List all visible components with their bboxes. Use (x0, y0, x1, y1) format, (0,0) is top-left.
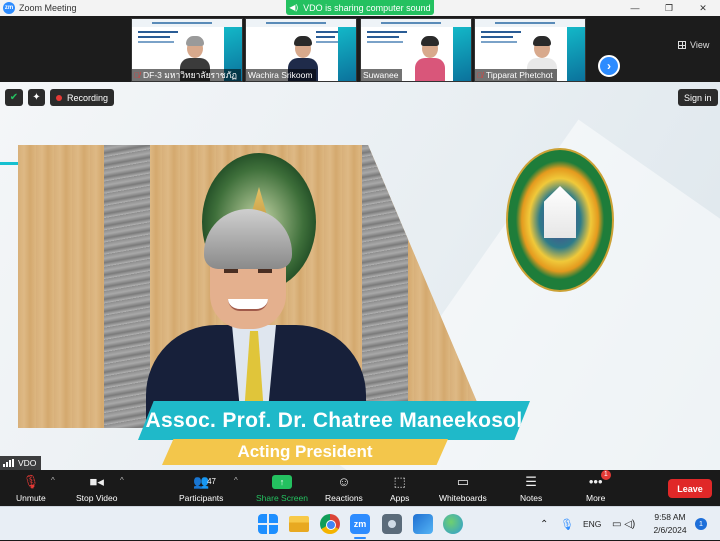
video-options-caret[interactable]: ^ (120, 476, 124, 485)
participant-thumbnail[interactable]: Wachira Srikoom (245, 18, 357, 82)
participant-name: 🎙̸ Tipparat Phetchot (475, 69, 557, 81)
record-dot-icon (56, 94, 62, 101)
participant-thumbnail[interactable]: Suwanee (360, 18, 472, 82)
signal-bars-icon (3, 459, 15, 467)
mic-muted-icon: 🎙̸ (477, 70, 483, 80)
camera-app-icon[interactable] (382, 514, 402, 534)
next-page-button[interactable]: › (598, 55, 620, 77)
active-app-indicator (354, 537, 366, 539)
share-screen-icon: ↑ (271, 475, 292, 489)
leave-button[interactable]: Leave (668, 479, 712, 498)
more-icon: ••• 1 (589, 470, 611, 491)
audio-options-caret[interactable]: ^ (51, 476, 55, 485)
file-explorer-icon[interactable] (289, 516, 309, 532)
microphone-tray-icon[interactable]: 🎙 (560, 507, 574, 541)
more-badge: 1 (600, 470, 611, 480)
university-emblem-image (506, 148, 614, 292)
recording-indicator[interactable]: Recording (50, 89, 115, 106)
more-button[interactable]: ••• 1 More (586, 470, 611, 503)
browser-globe-icon[interactable] (443, 514, 463, 534)
clock-date: 2/6/2024 (653, 525, 687, 535)
security-shield-icon[interactable]: ✔ (5, 89, 23, 106)
zoom-logo-icon: zm (3, 2, 15, 14)
grid-view-icon (678, 41, 686, 49)
sharing-sound-banner[interactable]: ◀) VDO is sharing computer sound (286, 0, 434, 15)
restore-icon[interactable]: ❐ (652, 0, 686, 16)
clock-time: 9:58 AM (654, 512, 686, 522)
ai-companion-icon[interactable]: ✦ (28, 89, 45, 106)
view-button[interactable]: View (678, 40, 709, 50)
chevron-up-icon[interactable]: ⌃ (540, 507, 548, 541)
mic-muted-icon: 🎙̸ (134, 70, 140, 80)
mic-off-icon: 🎙 (22, 474, 40, 489)
participant-name: Wachira Srikoom (246, 69, 317, 81)
participants-icon: 👥 47 (193, 474, 217, 489)
chevron-right-icon: › (607, 59, 611, 73)
active-speaker-label: VDO (0, 456, 42, 470)
participants-button[interactable]: 👥 47 Participants (179, 473, 223, 503)
speaker-name-banner: Assoc. Prof. Dr. Chatree Maneekosol (138, 401, 530, 440)
participant-name: 🎙̸ DF-3 มหาวิทยาลัยราชภัฏ (132, 69, 241, 81)
system-clock[interactable]: 9:58 AM 2/6/2024 (648, 511, 692, 537)
sharing-sound-text: VDO is sharing computer sound (303, 2, 431, 13)
notes-button[interactable]: ☰ Notes (520, 473, 542, 503)
window-title: Zoom Meeting (19, 3, 77, 13)
participant-thumbnail[interactable]: 🎙̸ DF-3 มหาวิทยาลัยราชภัฏ (131, 18, 243, 82)
participant-name: Suwanee (361, 69, 403, 81)
presenter-figure (146, 207, 366, 428)
reactions-button[interactable]: ☺ Reactions (325, 473, 363, 503)
window-controls: — ❐ ✕ (618, 0, 720, 16)
shared-screen: Assoc. Prof. Dr. Chatree Maneekosol Acti… (0, 82, 720, 470)
share-screen-button[interactable]: ↑ Share Screen (256, 473, 308, 503)
chrome-icon[interactable] (320, 514, 340, 534)
notification-badge[interactable]: 1 (695, 518, 707, 530)
paint-app-icon[interactable] (413, 514, 433, 534)
participant-strip: 🎙̸ DF-3 มหาวิทยาลัยราชภัฏ Wachira Srikoo… (0, 16, 720, 82)
speaker-title-banner: Acting President (162, 439, 448, 465)
network-volume-icons[interactable]: ▭ ◁) (612, 507, 635, 541)
meeting-toolbar: 🎙 Unmute ^ ■◂ Stop Video ^ 👥 47 Participa… (0, 470, 720, 506)
whiteboard-icon: ▭ (456, 474, 469, 489)
stop-video-button[interactable]: ■◂ Stop Video (76, 473, 117, 503)
notes-icon: ☰ (525, 474, 537, 489)
window-titlebar: zm Zoom Meeting ◀) VDO is sharing comput… (0, 0, 720, 16)
speaker-icon: ◀) (289, 3, 299, 12)
sign-in-button[interactable]: Sign in (678, 89, 718, 106)
video-camera-icon: ■◂ (89, 474, 104, 489)
language-indicator[interactable]: ENG (583, 507, 601, 541)
participant-thumbnail[interactable]: 🎙̸ Tipparat Phetchot (474, 18, 586, 82)
reactions-icon: ☺ (337, 474, 351, 489)
whiteboards-button[interactable]: ▭ Whiteboards (439, 473, 487, 503)
apps-button[interactable]: ⬚ Apps (390, 473, 409, 503)
participant-video (413, 33, 447, 81)
close-icon[interactable]: ✕ (686, 0, 720, 16)
zoom-taskbar-icon[interactable]: zm (350, 514, 370, 534)
participants-options-caret[interactable]: ^ (234, 476, 238, 485)
minimize-icon[interactable]: — (618, 0, 652, 16)
windows-start-icon[interactable] (258, 514, 278, 534)
unmute-button[interactable]: 🎙 Unmute (16, 473, 46, 503)
windows-taskbar: zm ⌃ 🎙 ENG ▭ ◁) 9:58 AM 2/6/2024 1 (0, 506, 720, 540)
apps-icon: ⬚ (393, 474, 406, 489)
